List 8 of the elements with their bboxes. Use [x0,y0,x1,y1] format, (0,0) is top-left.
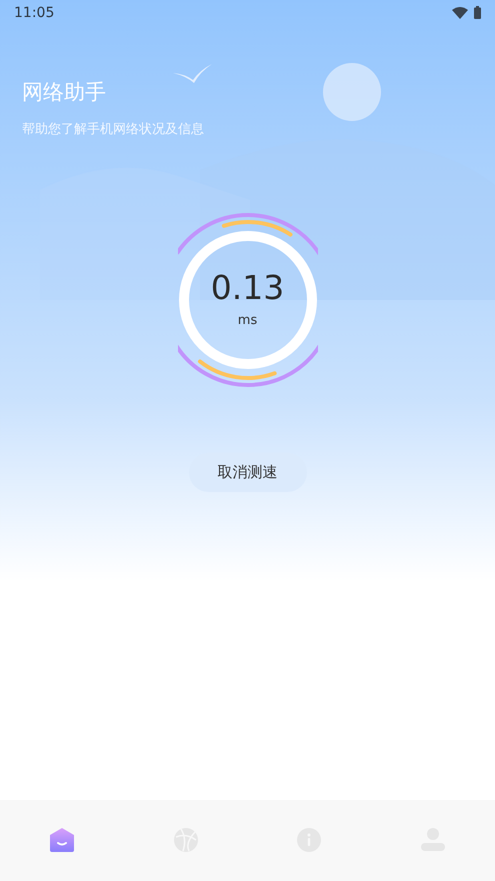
speed-unit: ms [238,313,258,328]
wifi-icon [452,6,468,18]
home-icon [48,827,75,853]
battery-icon [474,6,481,19]
page-title: 网络助手 [22,79,106,106]
speed-value: 0.13 [210,268,284,307]
page-subtitle: 帮助您了解手机网络状况及信息 [22,121,204,138]
status-time: 11:05 [14,4,54,20]
